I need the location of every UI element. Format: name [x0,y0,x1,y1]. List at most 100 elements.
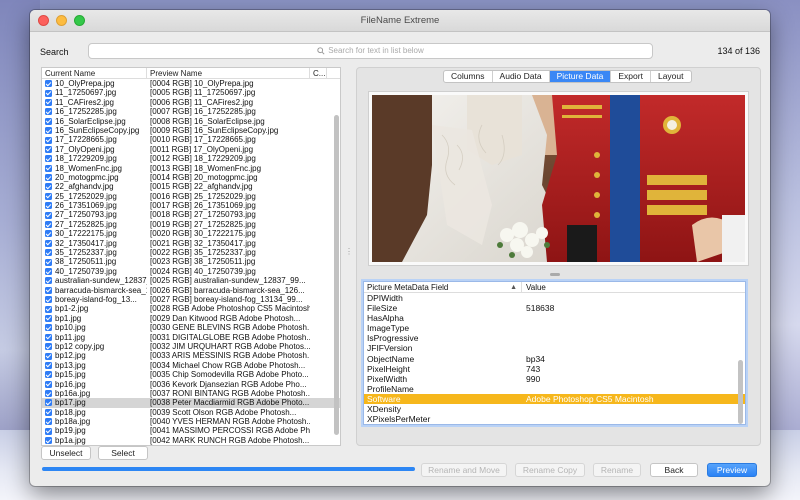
scrollbar-thumb[interactable] [334,115,339,435]
unselect-button[interactable]: Unselect [41,446,91,460]
row-checkbox[interactable] [45,296,52,304]
table-row[interactable]: 17_17228665.jpg [0010 RGB] 17_17228665.jp… [42,135,340,144]
table-row[interactable]: 22_afghandv.jpg [0015 RGB] 22_afghandv.jp… [42,182,340,191]
metadata-scrollbar[interactable] [738,360,743,424]
row-checkbox[interactable] [45,390,52,398]
table-row[interactable]: 25_17252029.jpg [0016 RGB] 25_17252029.jp… [42,192,340,201]
row-checkbox[interactable] [45,183,52,191]
table-row[interactable]: bp1a.jpg [0042 MARK RUNCH RGB Adobe Photo… [42,436,340,445]
row-checkbox[interactable] [45,221,52,229]
row-checkbox[interactable] [45,89,52,97]
row-checkbox[interactable] [45,343,52,351]
table-row[interactable]: boreay-island-fog_13... [0027 RGB] boreay… [42,295,340,304]
row-checkbox[interactable] [45,399,52,407]
preview-button[interactable]: Preview [707,463,757,477]
row-checkbox[interactable] [45,136,52,144]
table-row[interactable]: 26_17351069.jpg [0017 RGB] 26_17351069.jp… [42,201,340,210]
table-row[interactable]: 16_SunEclipseCopy.jpg [0009 RGB] 16_SunEc… [42,126,340,135]
table-row[interactable]: bp18a.jpg [0040 YVES HERMAN RGB Adobe Pho… [42,417,340,426]
table-row[interactable]: 16_17252285.jpg [0007 RGB] 16_17252285.jp… [42,107,340,116]
rename-and-move-button[interactable]: Rename and Move [421,463,507,477]
table-row[interactable]: 32_17350417.jpg [0021 RGB] 32_17350417.jp… [42,239,340,248]
table-row[interactable]: bp17.jpg [0038 Peter Macdiarmid RGB Adobe… [42,398,340,408]
column-header-current-name[interactable]: Current Name [42,68,147,78]
table-row[interactable]: 11_CAFires2.jpg [0006 RGB] 11_CAFires2.jp… [42,98,340,107]
select-button[interactable]: Select [98,446,148,460]
table-row[interactable]: bp1.jpg [0029 Dan Kitwood RGB Adobe Photo… [42,314,340,323]
row-checkbox[interactable] [45,314,52,322]
row-checkbox[interactable] [45,258,52,266]
column-header-value[interactable]: Value [522,282,546,292]
metadata-row[interactable]: DPIWidth [364,293,745,303]
row-checkbox[interactable] [45,127,52,135]
table-row[interactable]: 27_17250793.jpg [0018 RGB] 27_17250793.jp… [42,210,340,219]
table-row[interactable]: bp11.jpg [0031 DIGITALGLOBE RGB Adobe Pho… [42,333,340,342]
tab-export[interactable]: Export [611,71,651,82]
column-header-c[interactable]: C... [310,68,327,78]
row-checkbox[interactable] [45,268,52,275]
table-row[interactable]: bp16a.jpg [0037 RONI BINTANG RGB Adobe Ph… [42,389,340,398]
table-row[interactable]: 30_17222175.jpg [0020 RGB] 30_17222175.jp… [42,229,340,238]
tab-layout[interactable]: Layout [651,71,691,82]
row-checkbox[interactable] [45,371,52,379]
metadata-row[interactable]: JFIFVersion [364,343,745,353]
row-checkbox[interactable] [45,408,52,416]
metadata-row[interactable]: FileSize 518638 [364,303,745,313]
table-row[interactable]: 18_WomenFnc.jpg [0013 RGB] 18_WomenFnc.jp… [42,164,340,173]
table-row[interactable]: bp18.jpg [0039 Scott Olson RGB Adobe Phot… [42,408,340,417]
row-checkbox[interactable] [45,174,52,182]
table-row[interactable]: 27_17252825.jpg [0019 RGB] 27_17252825.jp… [42,220,340,229]
minimize-window-button[interactable] [56,15,67,26]
row-checkbox[interactable] [45,333,52,341]
row-checkbox[interactable] [45,324,52,332]
table-row[interactable]: bp13.jpg [0034 Michael Chow RGB Adobe Pho… [42,361,340,370]
row-checkbox[interactable] [45,202,52,210]
table-row[interactable]: 17_OlyOpeni.jpg [0011 RGB] 17_OlyOpeni.jp… [42,145,340,154]
table-row[interactable]: 16_SolarEclipse.jpg [0008 RGB] 16_SolarEc… [42,117,340,126]
rename-copy-button[interactable]: Rename Copy [515,463,585,477]
table-row[interactable]: bp12.jpg [0033 ARIS MESSINIS RGB Adobe Ph… [42,351,340,360]
table-row[interactable]: 11_17250697.jpg [0005 RGB] 11_17250697.jp… [42,88,340,97]
row-checkbox[interactable] [45,145,52,153]
row-checkbox[interactable] [45,192,52,200]
row-checkbox[interactable] [45,380,52,388]
close-window-button[interactable] [38,15,49,26]
row-checkbox[interactable] [45,277,52,285]
table-row[interactable]: bp16.jpg [0036 Kevork Djansezian RGB Adob… [42,380,340,389]
metadata-row[interactable]: XPixelsPerMeter [364,414,745,424]
table-row[interactable]: australian-sundew_12837_99...[0025 RGB] … [42,276,340,285]
row-checkbox[interactable] [45,239,52,247]
metadata-row[interactable]: XDensity [364,404,745,414]
row-checkbox[interactable] [45,437,52,445]
table-row[interactable]: 40_17250739.jpg [0024 RGB] 40_17250739.jp… [42,267,340,276]
metadata-row[interactable]: ObjectName bp34 [364,354,745,364]
rename-button[interactable]: Rename [593,463,641,477]
metadata-row[interactable]: IsProgressive [364,333,745,343]
row-checkbox[interactable] [45,117,52,125]
row-checkbox[interactable] [45,211,52,219]
table-row[interactable]: 18_17229209.jpg [0012 RGB] 18_17229209.jp… [42,154,340,163]
tab-columns[interactable]: Columns [444,71,493,82]
row-checkbox[interactable] [45,286,52,294]
search-input[interactable]: Search for text in list below [88,43,653,59]
table-row[interactable]: bp15.jpg [0035 Chip Somodevilla RGB Adobe… [42,370,340,379]
row-checkbox[interactable] [45,361,52,369]
maximize-window-button[interactable] [74,15,85,26]
column-header-preview-name[interactable]: Preview Name [147,68,310,78]
metadata-row[interactable]: ProfileName [364,384,745,394]
row-checkbox[interactable] [45,249,52,257]
metadata-row[interactable]: ImageType [364,323,745,333]
picture-metadata-table[interactable]: Picture MetaData Field ▲ Value DPIWidth Fi… [363,281,746,425]
table-row[interactable]: 20_motogpmc.jpg [0014 RGB] 20_motogpmc.jp… [42,173,340,182]
file-list-table[interactable]: Current Name Preview Name C... 10_OlyPre… [41,67,341,446]
metadata-row[interactable]: HasAlpha [364,313,745,323]
row-checkbox[interactable] [45,305,52,313]
row-checkbox[interactable] [45,108,52,116]
back-button[interactable]: Back [650,463,698,477]
column-header-field[interactable]: Picture MetaData Field ▲ [364,282,522,292]
metadata-row[interactable]: PixelHeight 743 [364,364,745,374]
row-checkbox[interactable] [45,98,52,106]
table-row[interactable]: bp1-2.jpg [0028 RGB Adobe Photoshop CS5 M… [42,304,340,313]
row-checkbox[interactable] [45,418,52,426]
file-list-scrollbar[interactable] [334,80,339,445]
